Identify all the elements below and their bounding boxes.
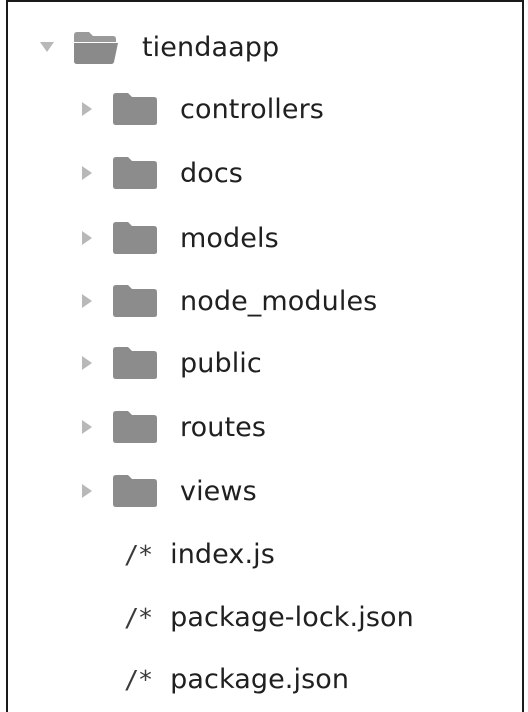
chevron-right-icon[interactable] [78,100,96,118]
chevron-right-icon[interactable] [78,292,96,310]
tree-folder-label: routes [180,411,267,443]
tree-folder-views[interactable]: views [78,459,257,523]
chevron-right-icon[interactable] [78,164,96,182]
chevron-right-icon[interactable] [78,229,96,247]
folder-icon [112,92,158,126]
tree-folder-label: models [180,222,279,254]
tree-folder-label: docs [180,157,243,189]
tree-folder-label: views [180,475,257,507]
code-file-icon: /* [124,602,153,632]
tree-folder-label: node_modules [180,285,378,317]
tree-folder-models[interactable]: models [78,206,279,270]
tree-root-label: tiendaapp [142,31,280,63]
tree-folder-node-modules[interactable]: node_modules [78,269,377,333]
chevron-down-icon[interactable] [38,38,56,56]
tree-file-index-js[interactable]: /* index.js [124,522,275,586]
folder-icon [112,474,158,508]
code-file-icon: /* [124,664,153,694]
folder-icon [112,346,158,380]
folder-icon [112,284,158,318]
tree-file-package-lock-json[interactable]: /* package-lock.json [124,585,414,649]
tree-folder-public[interactable]: public [78,331,262,395]
folder-icon [112,221,158,255]
tree-file-label: package-lock.json [170,601,414,633]
tree-file-label: index.js [170,538,275,570]
tree-folder-label: public [180,347,262,379]
folder-icon [112,410,158,444]
code-file-icon: /* [124,539,153,569]
chevron-right-icon[interactable] [78,354,96,372]
chevron-right-icon[interactable] [78,418,96,436]
tree-folder-docs[interactable]: docs [78,141,243,205]
tree-root-item[interactable]: tiendaapp [38,15,279,79]
tree-file-package-json[interactable]: /* package.json [124,647,349,711]
file-explorer-panel: tiendaapp controllers docs models node_m… [6,0,524,712]
folder-open-icon [72,29,120,65]
chevron-right-icon[interactable] [78,482,96,500]
tree-folder-controllers[interactable]: controllers [78,77,324,141]
tree-folder-routes[interactable]: routes [78,395,266,459]
tree-folder-label: controllers [180,93,324,125]
tree-file-label: package.json [170,663,350,695]
folder-icon [112,156,158,190]
